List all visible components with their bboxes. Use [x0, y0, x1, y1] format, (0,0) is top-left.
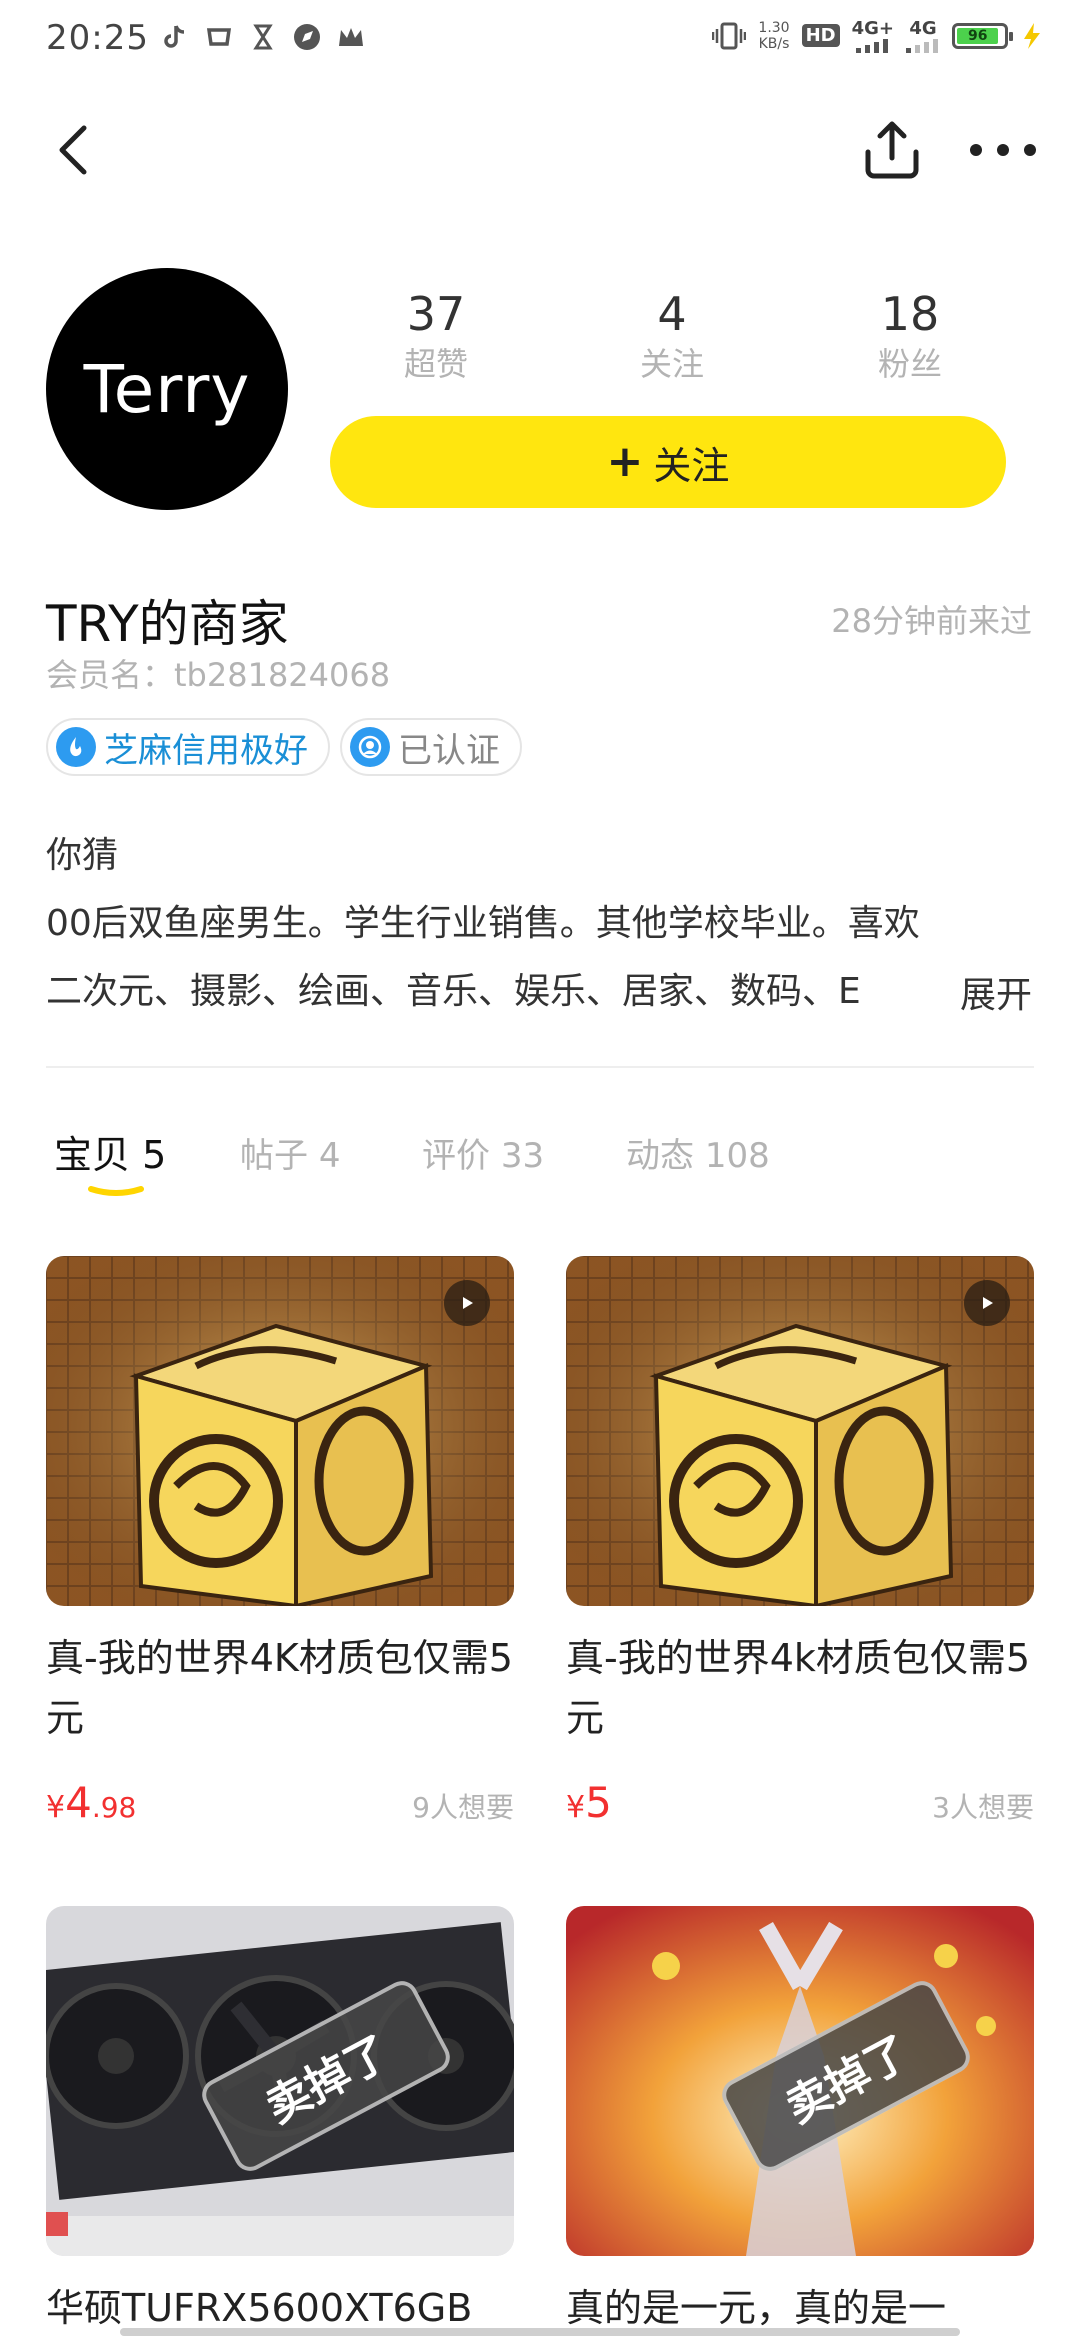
more-dot	[1024, 144, 1036, 156]
video-play-icon	[964, 1280, 1010, 1326]
tab-posts-count: 4	[318, 1136, 341, 1176]
product-card-4[interactable]: 卖掉了 真的是一元，真的是一	[566, 1906, 1034, 2338]
product-title-2[interactable]: 真-我的世界4k材质包仅需5元	[566, 1628, 1036, 1748]
share-upload-icon[interactable]	[862, 118, 922, 182]
video-play-icon	[444, 1280, 490, 1326]
signal-bars-icon	[855, 39, 888, 53]
tab-items[interactable]: 宝贝 5	[54, 1124, 166, 1179]
status-system-icons: 1.30 KB/s HD 4G+ 4G 96	[712, 18, 1044, 53]
want-count-1: 9人想要	[412, 1791, 514, 1824]
avatar-text: Terry	[83, 350, 251, 428]
want-count-2: 3人想要	[932, 1791, 1034, 1824]
signal-2-label: 4G	[909, 18, 937, 39]
net-speed-value: 1.30	[758, 19, 790, 36]
product-card-1[interactable]: 真-我的世界4K材质包仅需5元 ¥4.98 9人想要	[46, 1256, 516, 1827]
verified-label: 已认证	[398, 730, 500, 771]
tab-reviews[interactable]: 评价 33	[422, 1128, 544, 1177]
sesame-credit-badge[interactable]: 芝麻信用极好	[46, 718, 330, 776]
signal-bars-weak-icon	[906, 39, 938, 53]
tab-activity[interactable]: 动态 108	[626, 1128, 770, 1177]
active-tab-underline	[88, 1186, 144, 1196]
last-seen-text: 28分钟前来过	[831, 602, 1032, 640]
status-notification-icons	[160, 22, 366, 52]
hd-voice-icon: HD	[801, 24, 840, 47]
product-image-2[interactable]	[566, 1256, 1034, 1606]
charging-bolt-icon	[1024, 22, 1040, 49]
sesame-credit-icon	[56, 727, 96, 767]
avatar[interactable]: Terry	[46, 268, 288, 510]
signal-1: 4G+	[852, 18, 894, 53]
stat-likes-value: 37	[406, 287, 466, 341]
signal-1-label: 4G+	[851, 18, 894, 39]
stat-followers[interactable]: 18 粉丝	[804, 286, 1016, 386]
status-time: 20:25	[46, 18, 149, 58]
product-price-1: ¥4.98	[46, 1778, 136, 1827]
sesame-credit-label: 芝麻信用极好	[104, 730, 308, 771]
more-dot	[970, 144, 982, 156]
tab-posts[interactable]: 帖子 4	[240, 1128, 340, 1177]
stat-likes-label: 超赞	[403, 345, 468, 383]
tab-posts-label: 帖子	[240, 1136, 308, 1176]
hourglass-icon	[253, 24, 273, 50]
verified-person-icon	[350, 727, 390, 767]
net-speed-unit: KB/s	[758, 35, 790, 52]
follow-button[interactable]: + 关注	[330, 416, 1006, 508]
section-divider	[46, 1066, 1034, 1068]
shop-name: TRY的商家	[46, 595, 289, 653]
product-title-1[interactable]: 真-我的世界4K材质包仅需5元	[46, 1628, 516, 1748]
home-indicator[interactable]	[120, 2328, 960, 2336]
stat-followers-label: 粉丝	[877, 345, 942, 383]
product-card-3[interactable]: 卖掉了 华硕TUFRX5600XT6GB	[46, 1906, 514, 2338]
stat-following-label: 关注	[639, 345, 704, 383]
signal-2: 4G	[906, 18, 940, 53]
product-image-4[interactable]: 卖掉了	[566, 1906, 1034, 2256]
chevron-left-icon[interactable]	[46, 118, 102, 182]
bio-line-1: 00后双鱼座男生。学生行业销售。其他学校毕业。喜欢	[46, 903, 920, 944]
currency-symbol: ¥	[566, 1790, 586, 1825]
app-cup-icon	[206, 28, 232, 46]
battery-level: 96	[957, 27, 999, 44]
profile-stats: 37 超赞 4 关注 18 粉丝	[330, 286, 1030, 396]
product-card-2[interactable]: 真-我的世界4k材质包仅需5元 ¥5 3人想要	[566, 1256, 1036, 1827]
stat-likes[interactable]: 37 超赞	[330, 286, 542, 386]
tab-reviews-label: 评价	[422, 1136, 490, 1176]
member-id: 会员名：tb281824068	[46, 656, 391, 694]
stat-following-value: 4	[657, 287, 687, 341]
follow-button-label: 关注	[653, 443, 730, 488]
crown-icon	[339, 28, 363, 46]
verified-badge[interactable]: 已认证	[340, 718, 522, 776]
price-integer: 4	[65, 1778, 92, 1827]
more-dot	[997, 144, 1009, 156]
tab-items-count: 5	[142, 1133, 167, 1177]
stat-followers-value: 18	[880, 287, 940, 341]
price-integer: 5	[585, 1778, 612, 1827]
currency-symbol: ¥	[46, 1790, 66, 1825]
status-bar: 20:25 1.30 KB/s HD 4G+ 4G 96	[0, 0, 1080, 84]
price-decimal: .98	[91, 1791, 137, 1824]
tab-items-label: 宝贝	[54, 1133, 131, 1177]
bio-line-2: 二次元、摄影、绘画、音乐、娱乐、居家、数码、E	[46, 971, 861, 1012]
product-price-2: ¥5	[566, 1778, 612, 1827]
tab-activity-count: 108	[704, 1136, 770, 1176]
product-image-3[interactable]: 卖掉了	[46, 1906, 514, 2256]
tiktok-icon	[164, 25, 185, 48]
compass-icon	[294, 24, 320, 50]
plus-icon: +	[606, 436, 644, 487]
tab-reviews-count: 33	[500, 1136, 545, 1176]
product-price-row-1: ¥4.98 9人想要	[46, 1778, 514, 1827]
product-image-1[interactable]	[46, 1256, 514, 1606]
battery-icon: 96	[952, 22, 1013, 49]
tab-activity-label: 动态	[626, 1136, 694, 1176]
badge-row: 芝麻信用极好 已认证	[46, 718, 522, 776]
vibrate-icon	[712, 22, 747, 49]
product-price-row-2: ¥5 3人想要	[566, 1778, 1034, 1827]
expand-bio-link[interactable]: 展开	[954, 966, 1033, 1018]
network-speed: 1.30 KB/s	[758, 20, 789, 52]
more-dots-icon[interactable]	[970, 128, 1036, 172]
bio-title: 你猜	[46, 835, 119, 876]
stat-following[interactable]: 4 关注	[566, 286, 778, 386]
